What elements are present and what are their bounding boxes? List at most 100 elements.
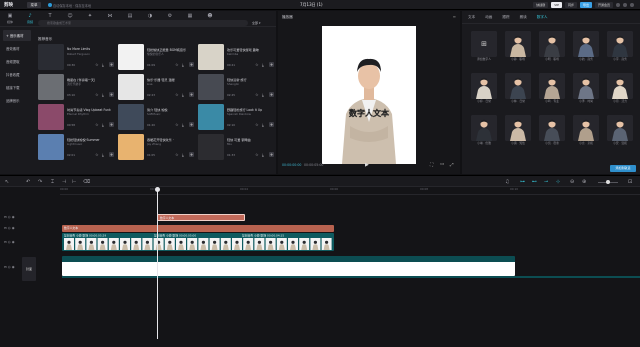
favorite-icon[interactable]: ☆ xyxy=(175,152,179,157)
close-icon[interactable] xyxy=(630,3,634,7)
digital-human-avatar[interactable]: 小静 · 职场 xyxy=(505,31,531,61)
digital-human-avatar[interactable]: 小明 · 职场 xyxy=(539,31,565,61)
filter-dropdown[interactable]: 全部 ▾ xyxy=(252,20,268,26)
auto-snap-icon[interactable]: ⊷ xyxy=(532,179,537,185)
add-icon[interactable]: + xyxy=(269,122,274,127)
digital-human-avatar[interactable]: 小泽 · 时尚 xyxy=(573,73,599,103)
split-right-icon[interactable]: ⊢ xyxy=(72,179,76,185)
music-card[interactable]: No More Limits Robert Ferguson 00:30 ☆ ⤓ + xyxy=(38,44,116,70)
music-card[interactable]: 欢乐可爱轻快游戏 趣味 Kalimba 00:41 ☆ ⤓ + xyxy=(198,44,276,70)
download-icon[interactable]: ⤓ xyxy=(262,152,264,157)
redo-icon[interactable]: ↷ xyxy=(38,179,42,185)
add-icon[interactable]: + xyxy=(189,92,194,97)
music-card[interactable]: 野趣轻松旅行 Look it Up Spanish Rainbow 02:10 ☆ ⤓ + xyxy=(198,104,276,130)
favorite-icon[interactable]: ☆ xyxy=(95,152,99,157)
menu-button[interactable]: 菜单 xyxy=(27,2,41,8)
favorite-icon[interactable]: ☆ xyxy=(95,62,99,67)
main-image-clip[interactable]: photooriginal.jpg 00:00:05:00 xyxy=(62,256,515,276)
minimize-icon[interactable] xyxy=(616,3,620,7)
digital-human-avatar[interactable]: 小月 · 活力 xyxy=(607,73,633,103)
download-icon[interactable]: ⤓ xyxy=(182,62,184,67)
play-icon[interactable]: ▶ xyxy=(365,162,369,168)
search-input[interactable]: 搜索歌曲或艺术家 xyxy=(38,20,248,26)
favorite-icon[interactable]: ☆ xyxy=(255,62,259,67)
preview-axis-icon[interactable]: ⊹ xyxy=(556,179,560,185)
sidebar-item[interactable]: 抖音收藏 xyxy=(3,69,31,80)
shortcut-button[interactable]: 快捷键 xyxy=(533,2,549,8)
maximize-icon[interactable] xyxy=(623,3,627,7)
digital-human-avatar[interactable]: 小林 · 日常 xyxy=(505,73,531,103)
music-card[interactable]: 快乐·乐器 轻灵 温暖 Lisa 02:23 ☆ ⤓ + xyxy=(118,74,196,100)
download-icon[interactable]: ⤓ xyxy=(262,122,264,127)
digital-human-clip[interactable]: 数字人文本 xyxy=(62,225,334,232)
download-icon[interactable]: ⤓ xyxy=(262,62,264,67)
track-audio-icon[interactable]: ⊟ ◎ ◉ xyxy=(4,240,15,244)
select-icon[interactable]: ↖ xyxy=(5,179,9,185)
favorite-icon[interactable]: ☆ xyxy=(175,62,179,67)
download-icon[interactable]: ⤓ xyxy=(102,152,104,157)
digital-human-avatar[interactable]: 小安 · 温和 xyxy=(607,115,633,145)
sidebar-item[interactable]: 音频提取 xyxy=(3,56,31,67)
fullscreen-icon[interactable]: ⤢ xyxy=(450,162,454,168)
download-icon[interactable]: ⤓ xyxy=(182,122,184,127)
main-track-magnet-icon[interactable]: ⊶ xyxy=(520,179,525,185)
zoom-out-icon[interactable]: ⊖ xyxy=(570,179,574,185)
music-card[interactable]: 轻松轻快愉悦·Summer Lightmusic 02:01 ☆ ⤓ + xyxy=(38,134,116,160)
sidebar-item[interactable]: + 音乐素材 xyxy=(3,30,31,41)
favorite-icon[interactable]: ☆ xyxy=(255,152,259,157)
export-button[interactable]: 导出 xyxy=(579,2,592,8)
download-icon[interactable]: ⤓ xyxy=(182,92,184,97)
digital-human-avatar[interactable]: 小言 · 亲和 xyxy=(573,115,599,145)
microphone-icon[interactable]: ♫ xyxy=(505,179,509,185)
main-track-icon[interactable]: ⊟ ◎ ◉ xyxy=(4,265,15,269)
music-card[interactable]: 晚星在 (伴奏唱一天) 流行乐歌手 03:10 ☆ ⤓ + xyxy=(38,74,116,100)
download-icon[interactable]: ⤓ xyxy=(102,122,104,127)
digital-human-avatar[interactable]: 小凯 · 稳重 xyxy=(539,115,565,145)
music-card[interactable]: 时尚节奏感·Vlog Upbeat Funk Eternal Rhythm 00:5… xyxy=(38,104,116,130)
digital-human-avatar[interactable]: 小航 · 商务 xyxy=(573,31,599,61)
preview-canvas[interactable]: 数字人文本 xyxy=(322,26,416,164)
sidebar-item[interactable]: 链接下载 xyxy=(3,82,31,93)
fit-timeline-icon[interactable]: ⊡ xyxy=(628,179,632,185)
add-icon[interactable]: + xyxy=(269,62,274,67)
digital-human-avatar[interactable]: 小鸣 · 专业 xyxy=(539,73,565,103)
add-icon[interactable]: + xyxy=(269,152,274,157)
add-icon[interactable]: + xyxy=(109,122,114,127)
add-icon[interactable]: + xyxy=(109,62,114,67)
add-icon[interactable]: + xyxy=(189,62,194,67)
undo-icon[interactable]: ↶ xyxy=(26,179,30,185)
favorite-icon[interactable]: ☆ xyxy=(175,122,179,127)
link-icon[interactable]: ⊸ xyxy=(544,179,548,185)
zoom-slider-handle[interactable] xyxy=(606,179,610,184)
digital-human-avatar[interactable]: 小婷 · 日常 xyxy=(471,73,497,103)
favorite-icon[interactable]: ☆ xyxy=(255,92,259,97)
music-card[interactable]: 简介 轻快 愉悦 SoftMusic 01:20 ☆ ⤓ + xyxy=(118,104,196,130)
toolbar-item[interactable]: ♪ 音频 xyxy=(20,11,40,27)
digital-human-avatar[interactable]: 小涵 · 知性 xyxy=(505,115,531,145)
music-card[interactable]: 轻松愉快正能量 BGM纯音乐 愉悦的音乐人 01:09 ☆ ⤓ + xyxy=(118,44,196,70)
download-icon[interactable]: ⤓ xyxy=(102,62,104,67)
cover-button[interactable]: 封面 xyxy=(22,257,36,281)
playhead[interactable] xyxy=(157,190,158,339)
delete-icon[interactable]: ⌫ xyxy=(83,179,90,185)
time-ruler[interactable]: 00:0000:0200:0400:0600:0800:10 xyxy=(60,187,640,195)
music-card[interactable]: 春暖花开轻快欢乐 · Jay Zhang 01:05 ☆ ⤓ + xyxy=(118,134,196,160)
split-icon[interactable]: ⌶ xyxy=(51,179,54,185)
download-icon[interactable]: ⤓ xyxy=(182,152,184,157)
download-icon[interactable]: ⤓ xyxy=(262,92,264,97)
ratio-icon[interactable]: ▭ xyxy=(440,162,444,167)
add-icon[interactable]: + xyxy=(109,152,114,157)
download-icon[interactable]: ⤓ xyxy=(102,92,104,97)
zoom-in-icon[interactable]: ⊕ xyxy=(582,179,586,185)
add-icon[interactable]: + xyxy=(269,92,274,97)
vip-badge[interactable]: VIP xyxy=(551,2,562,8)
add-icon[interactable]: + xyxy=(189,152,194,157)
track-lock-icon[interactable]: ⊟ ◎ ◉ xyxy=(4,226,15,230)
favorite-icon[interactable]: ☆ xyxy=(95,92,99,97)
toolbar-item[interactable]: ▣ 媒体 xyxy=(0,11,20,27)
track-lock-icon[interactable]: ⊟ ◎ ◉ xyxy=(4,215,15,219)
music-card[interactable]: 轻快 可爱 钢琴曲 Miu 01:33 ☆ ⤓ + xyxy=(198,134,276,160)
sync-button[interactable]: 同步 xyxy=(564,2,577,8)
music-card[interactable]: 轻快清新·旅行 Shenglin 02:45 ☆ ⤓ + xyxy=(198,74,276,100)
sidebar-item[interactable]: 品牌音乐 xyxy=(3,95,31,106)
